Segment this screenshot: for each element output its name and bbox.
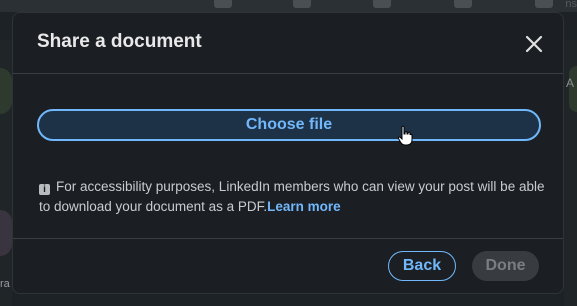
background-nav-icon (535, 0, 553, 8)
hand-cursor-icon (397, 125, 413, 146)
background-right-panel: A (564, 40, 577, 306)
background-partial-text: A (566, 76, 575, 90)
close-button[interactable] (519, 29, 549, 59)
background-nav-icon (454, 0, 472, 8)
accessibility-info: i For accessibility purposes, LinkedIn me… (39, 177, 549, 217)
background-top-nav: ns (0, 0, 577, 12)
back-button[interactable]: Back (388, 251, 456, 281)
dialog-title: Share a document (37, 31, 202, 52)
background-partial-text: ra (0, 278, 10, 290)
dialog-header: Share a document (13, 13, 563, 74)
back-label: Back (402, 257, 442, 274)
background-left-panel: ra (0, 40, 12, 306)
done-label: Done (485, 257, 526, 274)
done-button[interactable]: Done (472, 251, 539, 281)
background-avatar (0, 68, 12, 114)
choose-file-label: Choose file (245, 116, 333, 133)
learn-more-link[interactable]: Learn more (267, 199, 341, 214)
info-icon: i (39, 184, 50, 195)
close-icon (525, 35, 543, 53)
background-nav-icon (293, 0, 311, 8)
background-avatar (0, 210, 12, 256)
background-partial-text: ns (565, 0, 577, 10)
background-nav-icon (214, 0, 232, 8)
dialog-footer: Back Done (13, 238, 563, 293)
choose-file-button[interactable]: Choose file (37, 109, 541, 141)
background-nav-icon (373, 0, 391, 8)
share-document-dialog: Share a document Choose file i For access… (12, 12, 564, 294)
